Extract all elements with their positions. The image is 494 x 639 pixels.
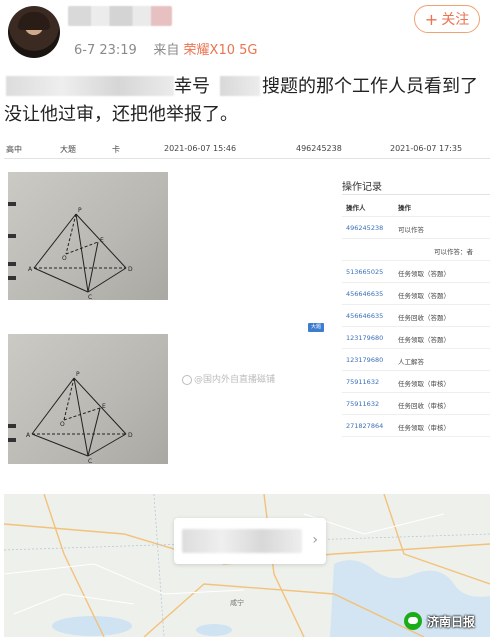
redacted-location [182, 529, 302, 553]
svg-text:E: E [102, 403, 106, 410]
svg-text:D: D [128, 432, 133, 439]
updated-cell: 2021-06-07 17:35 [390, 144, 463, 153]
username-redacted[interactable] [68, 6, 172, 26]
log-note-row: 可以作答：者 [342, 239, 490, 261]
post-time: 6-7 23:19 [74, 43, 137, 58]
post-source-label: 来自 [153, 43, 180, 58]
type-cell: 大题 [60, 145, 76, 154]
log-user-link[interactable]: 496245238 [346, 224, 383, 232]
weibo-icon [182, 374, 192, 385]
chevron-right-icon: › [312, 532, 318, 548]
plus-icon: + [424, 9, 439, 29]
question-photo[interactable]: P A D C E O [8, 334, 168, 464]
question-type-badge: 大题 [308, 323, 324, 332]
embedded-screenshot[interactable]: 高中 大题 卡 2021-06-07 15:46 496245238 2021-… [4, 134, 490, 480]
log-row: 123179680 人工解答 [342, 349, 490, 371]
subject-cell: 卡 [112, 145, 120, 154]
svg-text:O: O [60, 421, 65, 428]
brand-watermark: 济南日报 [404, 610, 475, 632]
grade-cell: 高中 [6, 145, 22, 154]
post-text-fragment-b: 搜题的那个工作人员看到了 [262, 76, 478, 97]
created-cell: 2021-06-07 15:46 [164, 144, 237, 153]
log-action: 任务领取（审核） [398, 424, 450, 432]
log-user-link[interactable]: 75911632 [346, 378, 379, 386]
divider [4, 158, 490, 159]
redacted-text [220, 76, 260, 96]
svg-text:A: A [28, 266, 33, 273]
log-row: 75911632 任务领取（审核） [342, 371, 490, 393]
svg-text:C: C [88, 294, 92, 300]
log-action: 任务领取（答题） [398, 292, 450, 300]
follow-label: 关注 [441, 12, 470, 28]
svg-text:C: C [88, 458, 92, 464]
log-user-link[interactable]: 513665025 [346, 268, 383, 276]
avatar[interactable] [8, 6, 60, 58]
log-header-row: 操作人 操作 [342, 195, 490, 217]
log-row: 456646635 任务领取（答题） [342, 283, 490, 305]
svg-text:D: D [128, 266, 133, 273]
svg-text:P: P [78, 207, 82, 214]
brand-name: 济南日报 [427, 614, 476, 629]
post-text-line2: 没让他过审，还把他举报了。 [4, 104, 238, 125]
svg-text:P: P [76, 371, 80, 378]
log-col-action: 操作 [398, 204, 411, 212]
log-action: 人工解答 [398, 358, 424, 366]
log-user-link[interactable]: 271827864 [346, 422, 383, 430]
post-device[interactable]: 荣耀X10 5G [184, 43, 258, 58]
log-row: 456646635 任务回收（答题） [342, 305, 490, 327]
log-user-link[interactable]: 456646635 [346, 312, 383, 320]
svg-text:E: E [100, 237, 104, 244]
svg-text:A: A [26, 432, 31, 439]
watermark-text: @国内外自直播磁铺 [194, 375, 276, 385]
log-col-user: 操作人 [346, 204, 366, 212]
log-row: 496245238 可以作答 [342, 217, 490, 239]
follow-button[interactable]: + 关注 [414, 5, 480, 33]
post-text-fragment-a: 幸号 [174, 76, 210, 97]
wechat-icon [404, 612, 422, 630]
log-row: 271827864 任务领取（审核） [342, 415, 490, 437]
log-action: 任务领取（审核） [398, 380, 450, 388]
log-action: 任务回收（答题） [398, 314, 450, 322]
log-action: 任务领取（答题） [398, 336, 450, 344]
log-note: 可以作答：者 [434, 248, 473, 256]
redacted-text [6, 76, 174, 96]
svg-text:O: O [62, 255, 67, 262]
log-table: 操作人 操作 496245238 可以作答 可以作答：者 513665025 任… [342, 194, 490, 437]
watermark: @国内外自直播磁铺 [182, 372, 275, 385]
log-title: 操作记录 [342, 182, 382, 193]
log-row: 75911632 任务回收（审核） [342, 393, 490, 415]
log-user-link[interactable]: 75911632 [346, 400, 379, 408]
log-action: 可以作答 [398, 226, 424, 234]
map-city-label: 咸宁 [230, 599, 244, 607]
log-action: 任务领取（答题） [398, 270, 450, 278]
post-meta: 6-7 23:19 来自 荣耀X10 5G [74, 39, 257, 58]
log-row: 513665025 任务领取（答题） [342, 261, 490, 283]
log-user-link[interactable]: 123179680 [346, 334, 383, 342]
log-action: 任务回收（审核） [398, 402, 450, 410]
log-user-link[interactable]: 456646635 [346, 290, 383, 298]
location-card[interactable]: › [174, 518, 326, 564]
log-row: 123179680 任务领取（答题） [342, 327, 490, 349]
id-cell: 496245238 [296, 144, 342, 153]
question-photo[interactable]: P A D C E O [8, 172, 168, 300]
log-user-link[interactable]: 123179680 [346, 356, 383, 364]
